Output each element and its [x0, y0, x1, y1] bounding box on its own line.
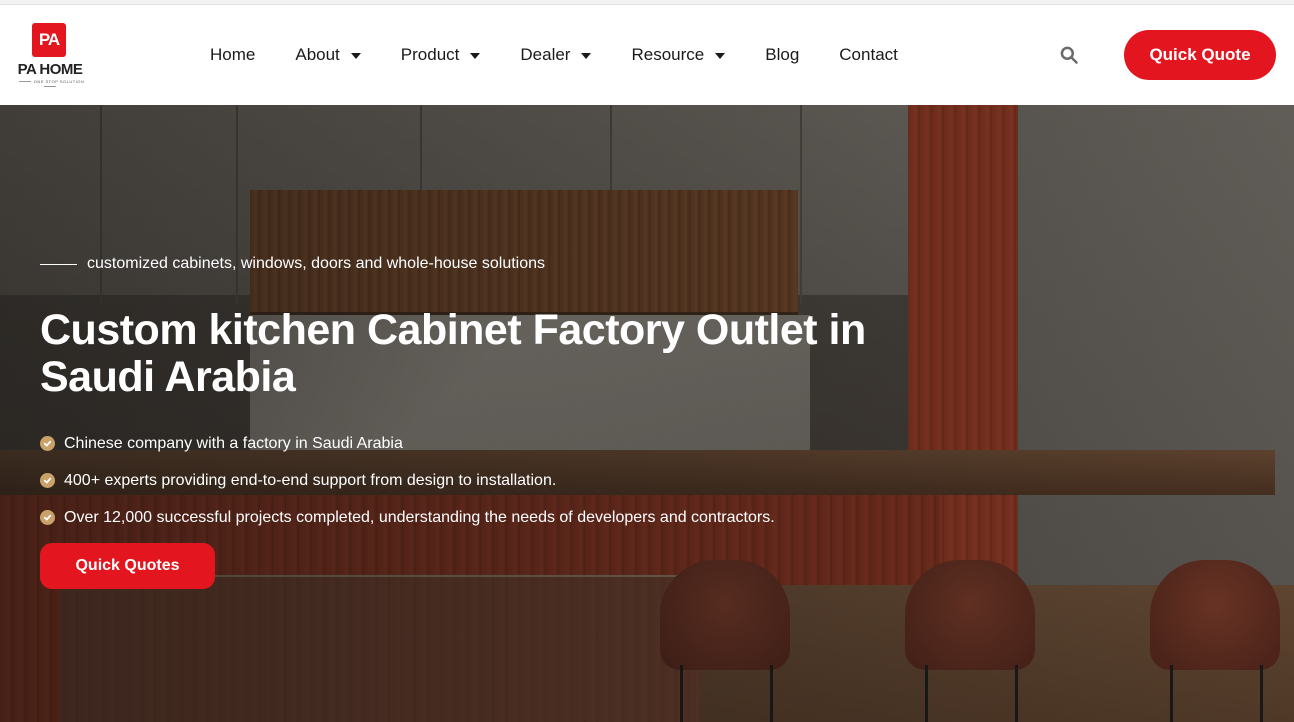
nav-item-home[interactable]: Home: [210, 45, 255, 65]
check-circle-icon: [40, 510, 55, 525]
main-nav: Home About Product Dealer Resource Blog …: [210, 5, 938, 105]
nav-item-label: Blog: [765, 45, 800, 64]
search-icon[interactable]: [1059, 45, 1081, 67]
nav-item-dealer[interactable]: Dealer: [520, 45, 592, 65]
check-circle-icon: [40, 436, 55, 451]
list-item: Chinese company with a factory in Saudi …: [40, 425, 775, 462]
eyebrow-line: [40, 263, 77, 265]
site-header: PA PA HOME ONE STOP SOLUTION Home About …: [0, 5, 1294, 105]
bullet-text: Over 12,000 successful projects complete…: [64, 508, 775, 526]
logo-tagline: ONE STOP SOLUTION: [10, 79, 90, 89]
nav-item-label: Contact: [839, 45, 898, 64]
caret-down-icon: [350, 53, 361, 59]
hero-eyebrow: customized cabinets, windows, doors and …: [40, 255, 545, 273]
logo-name: PA HOME: [17, 61, 83, 78]
hero-banner: customized cabinets, windows, doors and …: [0, 105, 1294, 722]
caret-down-icon: [470, 53, 481, 59]
logo[interactable]: PA PA HOME ONE STOP SOLUTION: [10, 23, 90, 85]
nav-item-contact[interactable]: Contact: [839, 45, 898, 65]
nav-item-resource[interactable]: Resource: [631, 45, 726, 65]
caret-down-icon: [715, 53, 726, 59]
quick-quote-button[interactable]: Quick Quote: [1124, 30, 1276, 80]
hero-title: Custom kitchen Cabinet Factory Outlet in…: [40, 306, 866, 401]
caret-down-icon: [581, 53, 592, 59]
nav-item-blog[interactable]: Blog: [765, 45, 799, 65]
bullet-text: Chinese company with a factory in Saudi …: [64, 434, 403, 452]
list-item: 400+ experts providing end-to-end suppor…: [40, 462, 775, 499]
nav-item-product[interactable]: Product: [401, 45, 481, 65]
list-item: Over 12,000 successful projects complete…: [40, 499, 775, 536]
logo-badge: PA: [32, 23, 66, 57]
nav-item-label: Home: [210, 45, 256, 64]
nav-item-label: About: [295, 45, 340, 64]
nav-item-label: Product: [400, 45, 460, 64]
bullet-text: 400+ experts providing end-to-end suppor…: [64, 471, 557, 489]
nav-item-label: Resource: [631, 45, 705, 64]
check-circle-icon: [40, 473, 55, 488]
quick-quotes-button[interactable]: Quick Quotes: [40, 543, 215, 589]
eyebrow-text: customized cabinets, windows, doors and …: [87, 255, 546, 272]
hero-bullets: Chinese company with a factory in Saudi …: [40, 425, 775, 536]
nav-item-label: Dealer: [520, 45, 571, 64]
hero-content: customized cabinets, windows, doors and …: [40, 105, 940, 722]
nav-item-about[interactable]: About: [295, 45, 361, 65]
